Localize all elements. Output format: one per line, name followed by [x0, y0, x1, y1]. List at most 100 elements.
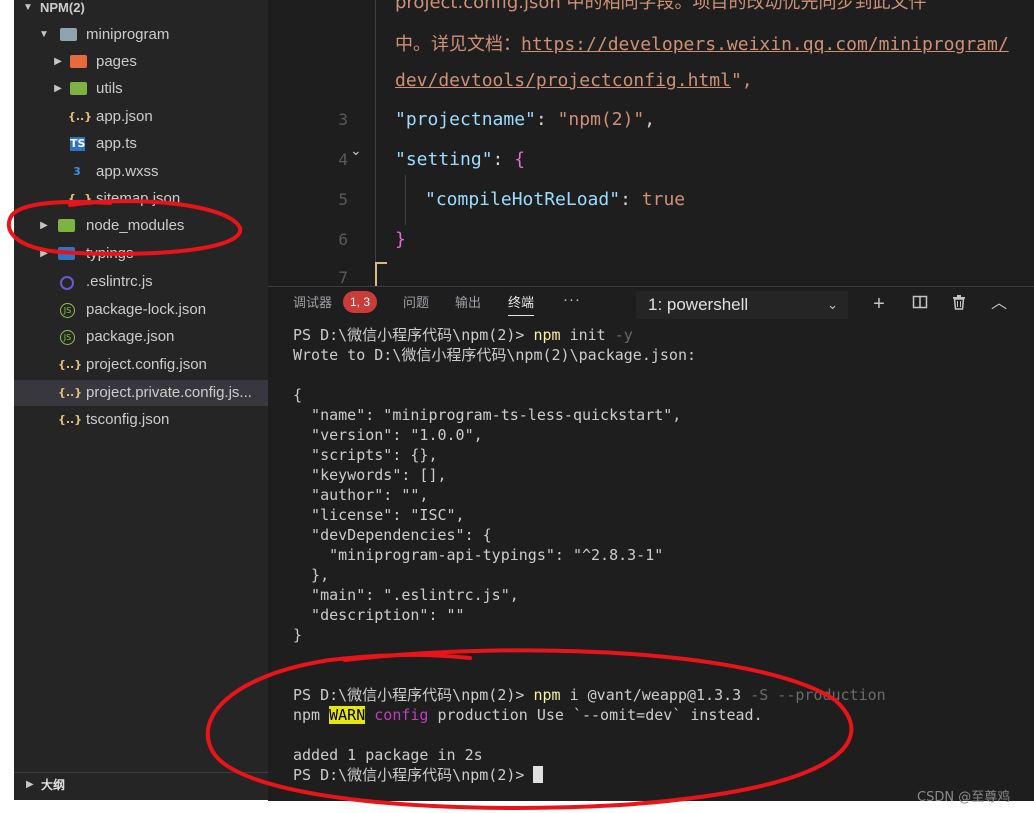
explorer-sidebar: ▼ NPM(2) ▼ miniprogram ▶ pages ▶ utils {…: [14, 0, 268, 800]
line-number: 3: [338, 110, 348, 129]
terminal-line: "devDependencies": {: [293, 526, 492, 544]
tree-item-app-ts[interactable]: TS app.ts: [14, 131, 268, 157]
more-icon[interactable]: ···: [563, 291, 581, 308]
terminal-line: {: [293, 386, 303, 404]
tree-item-sitemap-json[interactable]: {..} sitemap.json: [14, 186, 268, 212]
json-icon: {..}: [58, 358, 83, 371]
terminal-line: PS D:\微信小程序代码\npm(2)> npm i @vant/weapp@…: [293, 686, 886, 704]
watermark: CSDN @至尊鸡: [917, 790, 1011, 805]
folder-icon: [58, 219, 75, 232]
chevron-down-icon: ⌄: [827, 297, 838, 312]
tab-problems[interactable]: 问题: [403, 293, 429, 315]
terminal-line: "main": ".eslintrc.js",: [293, 586, 519, 604]
doc-link[interactable]: https://developers.weixin.qq.com/minipro…: [521, 34, 1009, 55]
tree-item-eslintrc[interactable]: .eslintrc.js: [14, 269, 268, 295]
chevron-right-icon: ▶: [26, 779, 34, 790]
terminal-line: added 1 package in 2s: [293, 746, 483, 764]
chevron-down-icon: ▼: [23, 2, 33, 13]
line-number: 4: [338, 150, 348, 169]
code-editor[interactable]: project.config.json 中的相同字段。项目的改动优先同步到此文件…: [268, 0, 1034, 286]
json-icon: {..}: [68, 192, 93, 205]
folder-icon: [70, 82, 87, 95]
tree-item-utils[interactable]: ▶ utils: [14, 76, 268, 102]
bracket-match-marker: [375, 262, 387, 286]
terminal-line: }: [293, 626, 303, 644]
indent-guide: [405, 175, 406, 225]
tree-item-miniprogram[interactable]: ▼ miniprogram: [14, 22, 268, 48]
tree-item-tsconfig[interactable]: {..} tsconfig.json: [14, 407, 268, 433]
code-line-5: "compileHotReLoad": true: [425, 189, 686, 210]
outline-section[interactable]: ▶ 大纲: [14, 772, 268, 797]
terminal-line: Wrote to D:\微信小程序代码\npm(2)\package.json:: [293, 346, 697, 364]
plus-icon[interactable]: +: [867, 291, 891, 317]
folder-icon: [58, 247, 75, 260]
tree-item-app-json[interactable]: {..} app.json: [14, 104, 268, 130]
json-icon: {..}: [58, 413, 83, 426]
left-edge: [0, 0, 14, 813]
chevron-down-icon: ▼: [39, 29, 49, 40]
chevron-right-icon: ▶: [54, 56, 62, 67]
tree-item-project-config[interactable]: {..} project.config.json: [14, 352, 268, 378]
tree-item-package-json[interactable]: JS package.json: [14, 324, 268, 350]
tree-item-node-modules[interactable]: ▶ node_modules: [14, 213, 268, 239]
explorer-root[interactable]: ▼ NPM(2): [14, 0, 268, 21]
code-line-4: "setting": {: [395, 149, 526, 170]
doc-link[interactable]: dev/devtools/projectconfig.html: [395, 70, 731, 91]
terminal-line: "license": "ISC",: [293, 506, 465, 524]
code-line-3: "projectname": "npm(2)",: [395, 109, 656, 130]
line-number: 6: [338, 230, 348, 249]
terminal-line: },: [293, 566, 330, 584]
terminal-line: "author": "",: [293, 486, 429, 504]
terminal-line: "version": "1.0.0",: [293, 426, 483, 444]
chevron-right-icon: ▶: [40, 220, 48, 231]
panel-tabbar: 调试器 1, 3 问题 输出 终端 ··· 1: powershell ⌄ + …: [268, 287, 1034, 321]
error-badge: 1, 3: [343, 291, 378, 313]
code-line-wrap-1: project.config.json 中的相同字段。项目的改动优先同步到此文件: [395, 0, 927, 13]
split-icon[interactable]: [908, 291, 932, 317]
terminal-line: "name": "miniprogram-ts-less-quickstart"…: [293, 406, 682, 424]
fold-chevron-icon[interactable]: ⌄: [350, 142, 362, 159]
eslint-icon: [60, 276, 74, 290]
css-icon: 3: [73, 165, 81, 178]
line-number: 5: [338, 190, 348, 209]
terminal-cursor: [533, 766, 544, 783]
tree-item-pages[interactable]: ▶ pages: [14, 49, 268, 75]
code-line-wrap-3: dev/devtools/projectconfig.html",: [395, 70, 753, 91]
folder-icon: [70, 55, 87, 68]
terminal-shell-select[interactable]: 1: powershell ⌄: [636, 291, 848, 319]
tree-item-project-private-config[interactable]: {..} project.private.config.js...: [14, 380, 268, 406]
tab-debugger[interactable]: 调试器: [293, 293, 332, 315]
terminal-line: npm WARN config production Use `--omit=d…: [293, 706, 763, 724]
terminal-output[interactable]: PS D:\微信小程序代码\npm(2)> npm init -y Wrote …: [293, 325, 1023, 785]
tab-output[interactable]: 输出: [455, 293, 481, 315]
code-line-wrap-2: 中。详见文档：https://developers.weixin.qq.com/…: [395, 34, 1009, 55]
tree-item-package-lock[interactable]: JS package-lock.json: [14, 297, 268, 323]
tree-item-app-wxss[interactable]: 3 app.wxss: [14, 159, 268, 185]
terminal-line: "miniprogram-api-typings": "^2.8.3-1": [293, 546, 664, 564]
terminal-line: PS D:\微信小程序代码\npm(2)>: [293, 765, 1023, 785]
npm-icon: JS: [60, 303, 75, 318]
terminal-line: PS D:\微信小程序代码\npm(2)> npm init -y: [293, 326, 633, 344]
indent-guide: [375, 0, 376, 270]
folder-open-icon: [60, 28, 77, 41]
chevron-right-icon: ▶: [40, 248, 48, 259]
tree-item-typings[interactable]: ▶ typings: [14, 241, 268, 267]
tab-terminal[interactable]: 终端: [508, 293, 535, 316]
trash-icon[interactable]: [947, 291, 971, 317]
ts-icon: TS: [70, 137, 86, 151]
warn-label: WARN: [329, 706, 366, 724]
chevron-right-icon: ▶: [54, 83, 62, 94]
terminal-line: "scripts": {},: [293, 446, 438, 464]
chevron-up-icon[interactable]: ︿: [987, 291, 1011, 317]
bottom-panel: 调试器 1, 3 问题 输出 终端 ··· 1: powershell ⌄ + …: [268, 286, 1034, 801]
npm-icon: JS: [60, 330, 75, 345]
line-number: 7: [338, 268, 348, 286]
json-icon: {..}: [58, 386, 83, 399]
json-icon: {..}: [68, 110, 93, 123]
code-line-6: }: [395, 229, 406, 250]
terminal-line: "keywords": [],: [293, 466, 447, 484]
